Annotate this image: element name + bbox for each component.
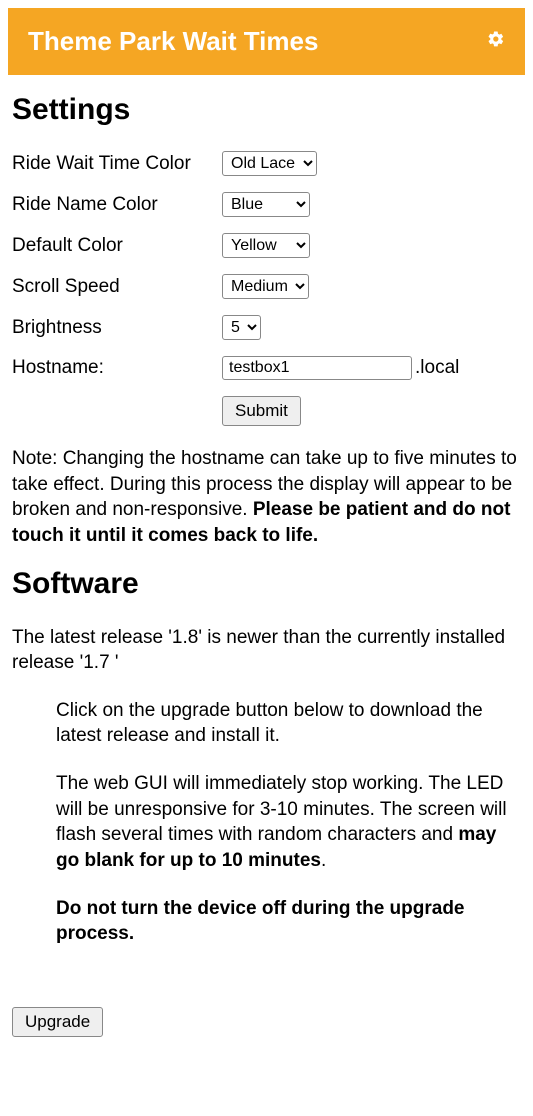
hostname-note: Note: Changing the hostname can take up … [12, 446, 521, 549]
label-ride-name-color: Ride Name Color [12, 194, 222, 216]
software-p3: Do not turn the device off during the up… [56, 896, 521, 947]
label-hostname: Hostname: [12, 357, 222, 379]
submit-button[interactable]: Submit [222, 396, 301, 426]
row-ride-name-color: Ride Name Color Blue [12, 192, 521, 217]
select-ride-wait-time-color[interactable]: Old Lace [222, 151, 317, 176]
upgrade-button[interactable]: Upgrade [12, 1007, 103, 1037]
page-title: Theme Park Wait Times [28, 26, 318, 57]
software-status: The latest release '1.8' is newer than t… [12, 625, 521, 676]
select-ride-name-color[interactable]: Blue [222, 192, 310, 217]
software-p1: Click on the upgrade button below to dow… [56, 698, 521, 749]
label-scroll-speed: Scroll Speed [12, 276, 222, 298]
software-heading: Software [12, 567, 521, 601]
row-hostname: Hostname: .local [12, 356, 521, 380]
settings-heading: Settings [12, 93, 521, 127]
select-scroll-speed[interactable]: Medium [222, 274, 309, 299]
row-scroll-speed: Scroll Speed Medium [12, 274, 521, 299]
row-ride-wait-time-color: Ride Wait Time Color Old Lace [12, 151, 521, 176]
input-hostname[interactable] [222, 356, 412, 380]
row-brightness: Brightness 5 [12, 315, 521, 340]
label-ride-wait-time-color: Ride Wait Time Color [12, 153, 222, 175]
select-brightness[interactable]: 5 [222, 315, 261, 340]
label-brightness: Brightness [12, 317, 222, 339]
software-p2: The web GUI will immediately stop workin… [56, 771, 521, 874]
row-default-color: Default Color Yellow [12, 233, 521, 258]
software-details: Click on the upgrade button below to dow… [56, 698, 521, 947]
gear-icon[interactable] [487, 30, 505, 53]
hostname-suffix: .local [415, 357, 459, 379]
page-header: Theme Park Wait Times [8, 8, 525, 75]
select-default-color[interactable]: Yellow [222, 233, 310, 258]
label-default-color: Default Color [12, 235, 222, 257]
